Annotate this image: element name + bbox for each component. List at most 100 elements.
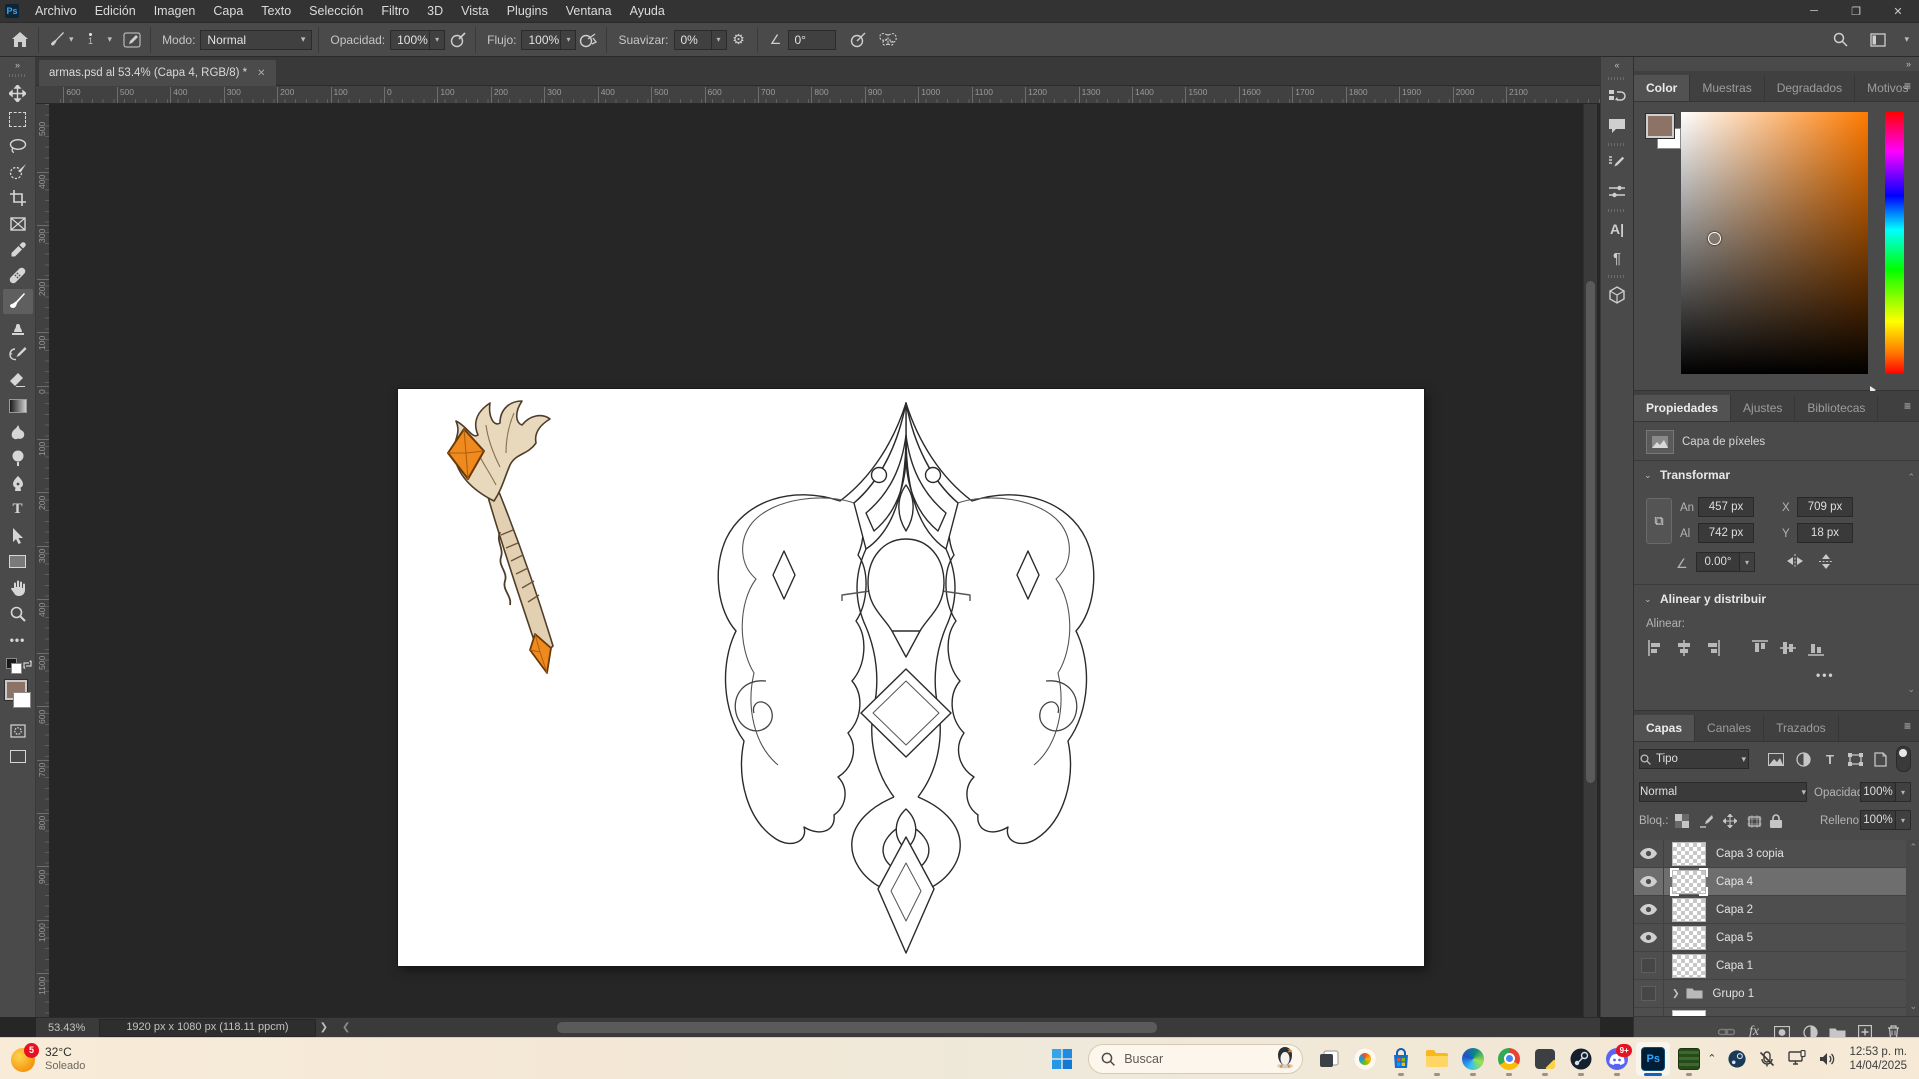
zoom-tool[interactable] [3, 601, 33, 626]
3d-panel-icon[interactable] [1603, 282, 1631, 308]
brush-panel-toggle-icon[interactable] [120, 28, 144, 52]
filter-type-layers-icon[interactable]: T [1818, 748, 1842, 770]
lock-transparency-icon[interactable] [1670, 810, 1694, 832]
chrome-button[interactable] [1491, 1041, 1527, 1077]
photoshop-taskbar-button[interactable]: Ps [1635, 1041, 1671, 1077]
windows-start-button[interactable] [1044, 1041, 1080, 1077]
tab-color[interactable]: Color [1634, 75, 1690, 101]
clone-stamp-tool[interactable] [3, 315, 33, 340]
filter-shape-layers-icon[interactable] [1843, 748, 1867, 770]
history-panel-icon[interactable] [1603, 84, 1631, 110]
zoom-level-field[interactable]: 53.43% [48, 1022, 85, 1034]
layers-opacity-field[interactable]: 100% [1860, 782, 1896, 802]
brush-settings-panel-icon[interactable] [1603, 150, 1631, 176]
canvas-vertical-scrollbar[interactable] [1583, 104, 1597, 1017]
vertical-ruler[interactable]: 5004003002001000100200300400500600700800… [36, 104, 50, 1017]
healing-brush-tool[interactable] [3, 263, 33, 288]
workspace-switcher-icon[interactable] [1866, 28, 1890, 52]
tab-trazados[interactable]: Trazados [1764, 715, 1839, 741]
brush-tool-icon[interactable] [45, 28, 69, 52]
layer-row-capa-1[interactable]: Capa 1 [1634, 952, 1906, 980]
prop-scroll-up[interactable]: ⌃ [1907, 472, 1915, 483]
canvas-horizontal-scrollbar[interactable] [557, 1022, 1157, 1033]
menu-ventana[interactable]: Ventana [557, 0, 621, 22]
layer-name[interactable]: Capa 1 [1716, 960, 1753, 972]
frame-tool[interactable] [3, 211, 33, 236]
align-collapse-chevron[interactable]: ⌄ [1644, 594, 1652, 605]
restore-button[interactable]: ❐ [1835, 0, 1877, 22]
character-panel-icon[interactable]: A| [1603, 216, 1631, 242]
smoothing-dropdown[interactable]: ▾ [712, 30, 727, 50]
color-picker-ring[interactable] [1708, 232, 1721, 245]
type-tool[interactable]: T [3, 497, 33, 522]
tool-presets-panel-icon[interactable] [1603, 179, 1631, 205]
menu-archivo[interactable]: Archivo [26, 0, 86, 22]
default-colors-icon[interactable] [3, 658, 33, 678]
flow-value-field[interactable]: 100% [521, 30, 561, 50]
document-canvas[interactable] [398, 389, 1424, 966]
panel-menu-icon[interactable]: ≡ [1904, 719, 1911, 733]
align-top-icon[interactable] [1752, 640, 1772, 660]
object-selection-tool[interactable] [3, 159, 33, 184]
eyedropper-tool[interactable] [3, 237, 33, 262]
layer-name[interactable]: Capa 2 [1716, 904, 1753, 916]
screen-mode-icon[interactable] [3, 744, 33, 769]
align-middle-v-icon[interactable] [1780, 640, 1800, 660]
vscroll-thumb[interactable] [1586, 281, 1595, 783]
marquee-tool[interactable] [3, 107, 33, 132]
gradient-tool[interactable] [3, 393, 33, 418]
tray-expand-chevron[interactable]: ⌃ [1707, 1052, 1716, 1065]
history-brush-tool[interactable] [3, 341, 33, 366]
dock-collapse-icon[interactable]: » [1906, 59, 1911, 69]
filter-pixel-layers-icon[interactable] [1764, 748, 1788, 770]
task-view-button[interactable] [1311, 1041, 1347, 1077]
pressure-opacity-icon[interactable] [445, 28, 469, 52]
rotate-angle-field[interactable]: 0.00° [1696, 552, 1740, 572]
width-field[interactable]: 457 px [1698, 497, 1754, 517]
hue-slider[interactable] [1885, 112, 1904, 374]
discord-button[interactable]: 9+ [1599, 1041, 1635, 1077]
blend-mode-select[interactable]: Normal▾ [200, 30, 312, 50]
notes-app-button[interactable] [1527, 1041, 1563, 1077]
comments-panel-icon[interactable] [1603, 113, 1631, 139]
close-button[interactable]: ✕ [1877, 0, 1919, 22]
layer-visibility-eye-icon[interactable] [1634, 896, 1664, 924]
hand-tool[interactable] [3, 575, 33, 600]
layer-thumbnail[interactable] [1672, 926, 1706, 950]
menu-edición[interactable]: Edición [86, 0, 145, 22]
tray-mic-muted-icon[interactable] [1758, 1050, 1776, 1068]
copilot-button[interactable] [1347, 1041, 1383, 1077]
layer-name[interactable]: Grupo 1 [1713, 988, 1755, 1000]
menu-ayuda[interactable]: Ayuda [621, 0, 674, 22]
edge-button[interactable] [1455, 1041, 1491, 1077]
menu-imagen[interactable]: Imagen [145, 0, 205, 22]
layer-filter-select[interactable]: Tipo▾ [1639, 749, 1749, 769]
minimize-button[interactable]: ─ [1793, 0, 1835, 22]
align-bottom-icon[interactable] [1808, 640, 1828, 660]
brush-angle-field[interactable]: 0° [788, 30, 836, 50]
panel-foreground-swatch[interactable] [1646, 114, 1674, 138]
pen-tool[interactable] [3, 471, 33, 496]
layer-name[interactable]: Capa 5 [1716, 932, 1753, 944]
group-expand-chevron[interactable]: ❯ [1672, 988, 1680, 999]
tab-ajustes[interactable]: Ajustes [1731, 395, 1795, 421]
move-tool[interactable] [3, 81, 33, 106]
brush-preset-preview[interactable]: 1 [74, 33, 108, 46]
tab-canales[interactable]: Canales [1695, 715, 1764, 741]
symmetry-butterfly-icon[interactable] [876, 28, 900, 52]
layer-thumbnail[interactable] [1672, 870, 1706, 894]
layers-opacity-dropdown[interactable]: ▾ [1896, 782, 1911, 802]
lock-position-icon[interactable] [1718, 810, 1742, 832]
tab-degradados[interactable]: Degradados [1765, 75, 1855, 101]
flow-dropdown[interactable]: ▾ [561, 30, 576, 50]
crop-tool[interactable] [3, 185, 33, 210]
lock-pixels-icon[interactable] [1694, 810, 1718, 832]
eraser-tool[interactable] [3, 367, 33, 392]
menu-selección[interactable]: Selección [300, 0, 372, 22]
menu-3d[interactable]: 3D [418, 0, 452, 22]
dodge-tool[interactable] [3, 445, 33, 470]
tray-network-icon[interactable] [1788, 1050, 1807, 1067]
tab-capas[interactable]: Capas [1634, 715, 1695, 741]
steam-button[interactable] [1563, 1041, 1599, 1077]
layer-name[interactable]: Capa 3 copia [1716, 848, 1784, 860]
